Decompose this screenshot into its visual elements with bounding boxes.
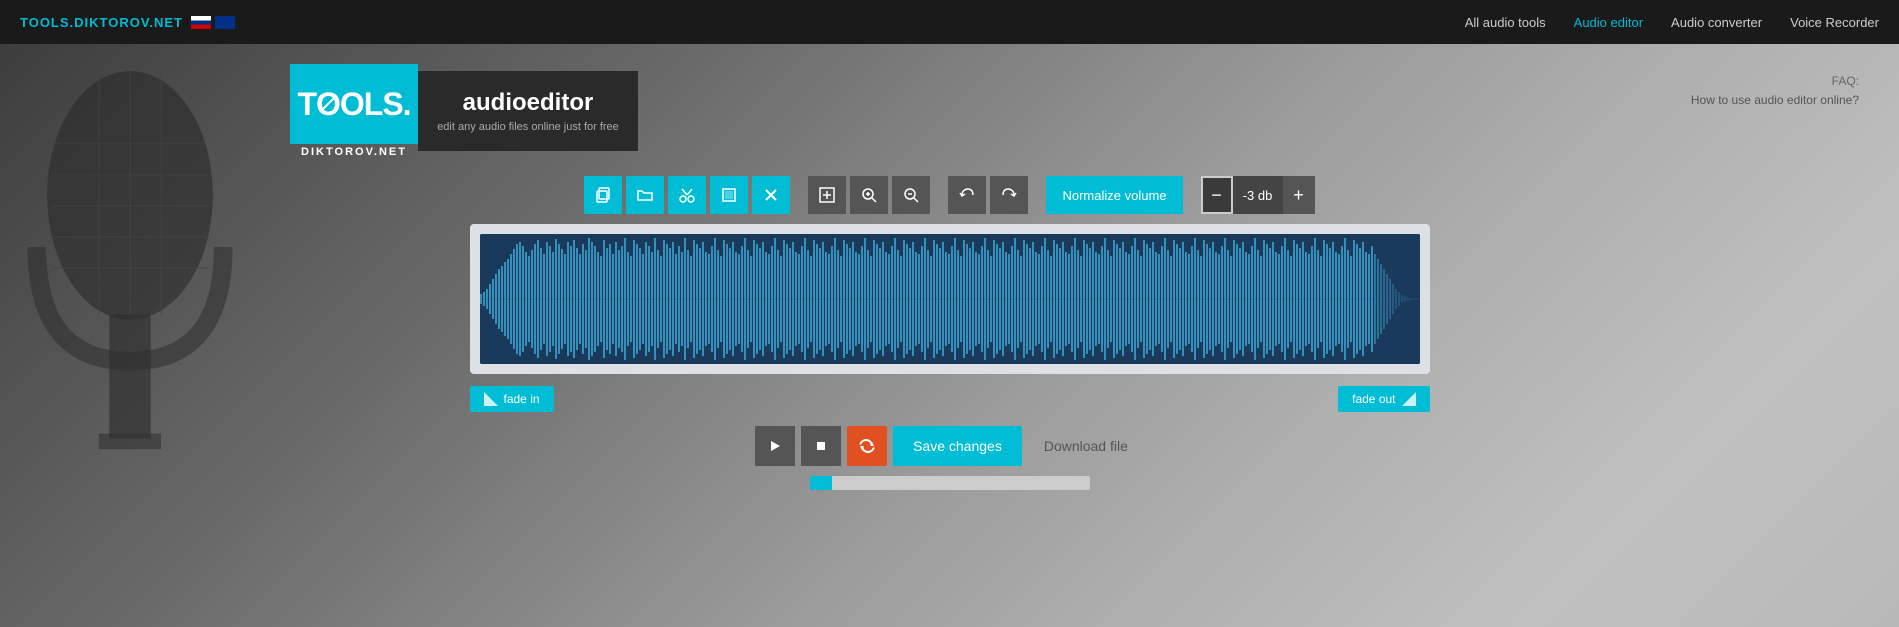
folder-icon [636,186,654,204]
audio-editor-title-light: audio [463,89,527,116]
minus-icon: − [1211,185,1222,206]
undo-icon [958,186,976,204]
faq-area: FAQ: How to use audio editor online? [1691,72,1859,110]
volume-db-display: -3 db [1233,176,1283,214]
fade-in-button[interactable]: fade in [470,386,554,412]
nav-audio-converter[interactable]: Audio converter [1671,15,1762,30]
volume-increase-button[interactable]: + [1283,176,1315,214]
logo-box: TOOLS. [290,64,418,144]
audio-editor-banner: audioeditor edit any audio files online … [418,71,638,151]
zoom-out-icon [902,186,920,204]
stop-icon [815,440,827,452]
waveform-container[interactable] [470,224,1430,374]
zoom-in-icon [860,186,878,204]
copy-button[interactable] [584,176,622,214]
refresh-button[interactable] [847,426,887,466]
zoom-fit-button[interactable] [808,176,846,214]
toolbar: Normalize volume − -3 db + [584,176,1314,214]
nav-audio-editor[interactable]: Audio editor [1574,15,1643,30]
delete-button[interactable] [752,176,790,214]
play-button[interactable] [755,426,795,466]
faq-link[interactable]: How to use audio editor online? [1691,93,1859,107]
progress-bar-fill [810,476,832,490]
normalize-volume-button[interactable]: Normalize volume [1046,176,1182,214]
refresh-icon [858,437,876,455]
flag-russian[interactable] [191,16,211,29]
logo-left-part: TOOLS. DIKTOROV.NET [290,64,418,158]
flag-english[interactable] [215,16,235,29]
waveform-svg [480,234,1420,364]
nav-logo-text: TOOLS.DIKTOROV.NET [20,15,183,30]
nav-all-audio-tools[interactable]: All audio tools [1465,15,1546,30]
main-content: TOOLS. DIKTOROV.NET audioeditor edit any… [0,44,1899,490]
faq-label: FAQ: [1832,74,1859,88]
audio-editor-subtitle: edit any audio files online just for fre… [437,121,619,133]
play-icon [768,439,782,453]
logo-diktorov-text: DIKTOROV.NET [301,146,407,158]
scissors-icon [678,186,696,204]
volume-control: − -3 db + [1201,176,1315,214]
nav-voice-recorder[interactable]: Voice Recorder [1790,15,1879,30]
zoom-fit-icon [818,186,836,204]
logo-tools-text: TOOLS. [297,86,410,123]
crop-button[interactable] [710,176,748,214]
progress-bar-container [810,476,1090,490]
zoom-out-button[interactable] [892,176,930,214]
cut-button[interactable] [668,176,706,214]
download-file-button[interactable]: Download file [1028,426,1144,466]
header-row: TOOLS. DIKTOROV.NET audioeditor edit any… [0,64,1899,158]
volume-decrease-button[interactable]: − [1201,176,1233,214]
audio-editor-title-bold: editor [527,89,594,116]
language-flags [191,16,235,29]
fade-buttons-row: fade in fade out [470,386,1430,412]
open-file-button[interactable] [626,176,664,214]
waveform-display [480,234,1420,364]
fade-out-icon [1402,392,1416,406]
copy-icon [594,186,612,204]
nav-logo-area: TOOLS.DIKTOROV.NET [20,15,235,30]
logo-area: TOOLS. DIKTOROV.NET audioeditor edit any… [290,64,638,158]
audio-editor-title: audioeditor [463,89,594,117]
zoom-in-button[interactable] [850,176,888,214]
top-navigation: TOOLS.DIKTOROV.NET All audio tools Audio… [0,0,1899,44]
nav-links: All audio tools Audio editor Audio conve… [1465,15,1879,30]
fade-in-icon [484,392,498,406]
delete-icon [762,186,780,204]
plus-icon: + [1293,185,1304,206]
fade-out-button[interactable]: fade out [1338,386,1429,412]
crop-icon [720,186,738,204]
undo-button[interactable] [948,176,986,214]
playback-controls: Save changes Download file [755,426,1144,466]
redo-icon [1000,186,1018,204]
redo-button[interactable] [990,176,1028,214]
save-changes-button[interactable]: Save changes [893,426,1022,466]
stop-button[interactable] [801,426,841,466]
